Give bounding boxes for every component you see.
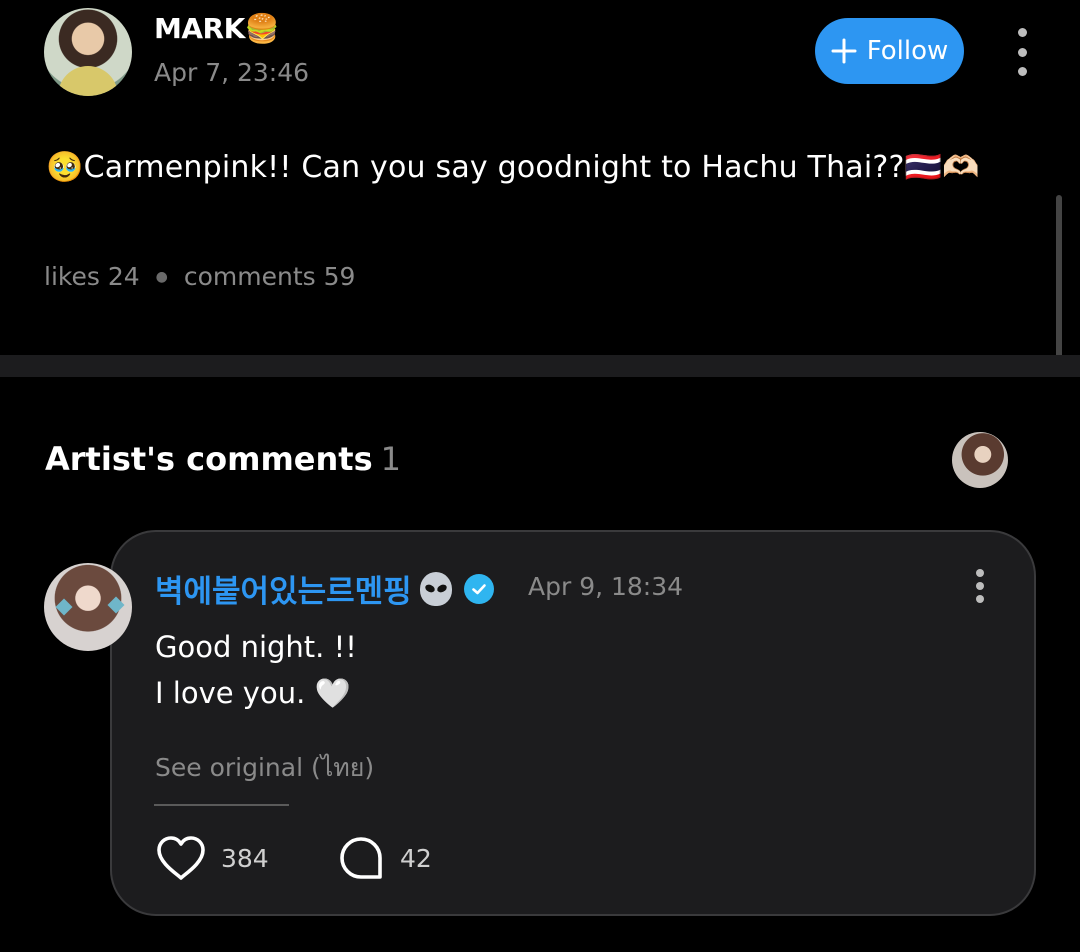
heart-decoration [107,596,125,614]
pleading-face-emoji: 🥹 [46,150,84,185]
dot [976,569,984,577]
comment-author[interactable]: 벽에붙어있는르멘핑 [155,566,494,611]
comments-label[interactable]: comments 59 [184,262,356,291]
dot [1017,67,1027,76]
see-original-underline [154,804,289,806]
likes-label[interactable]: likes 24 [44,262,140,291]
dot [1017,28,1027,37]
dot [976,595,984,603]
post-timestamp: Apr 7, 23:46 [154,58,310,87]
comment-author-name: 벽에붙어있는르멘핑 [155,574,412,610]
heart-decoration [55,598,73,616]
artist-comments-title-text: Artist's comments [45,440,373,478]
comments-count: 59 [323,262,356,291]
comment-author-avatar[interactable] [44,563,132,651]
dot [976,582,984,590]
verified-badge-icon [463,573,494,604]
post-body-text: Carmenpink!! Can you say goodnight to Ha… [83,150,905,185]
avatar-image-detail [58,66,118,96]
follow-button-label: Follow [866,36,949,66]
like-count: 384 [221,843,269,873]
comment-like-button[interactable]: 384 [155,832,269,884]
artist-comments-count: 1 [380,440,401,478]
section-divider [0,355,1080,377]
artist-comments-title: Artist's comments 1 [45,440,401,478]
comment-bubble-icon [340,837,382,879]
post-more-options-icon[interactable] [1012,28,1032,76]
artist-avatar[interactable] [952,432,1008,488]
burger-emoji: 🍔 [244,12,280,45]
comment-line-2-text: I love you. [155,676,306,710]
comment-reply-button[interactable]: 42 [338,832,432,884]
alien-icon [419,571,452,606]
post-body: 🥹Carmenpink!! Can you say goodnight to H… [46,150,980,185]
post-author-name[interactable]: MARK🍔 [154,12,280,45]
scrollbar[interactable] [1056,195,1062,377]
comment-more-options-icon[interactable] [970,569,990,603]
plus-icon [831,38,857,64]
follow-button[interactable]: Follow [815,18,964,84]
comment-line-2: I love you. 🤍 [155,676,351,711]
likes-count: 24 [107,262,140,291]
reply-count: 42 [400,843,432,873]
white-heart-emoji: 🤍 [314,676,351,710]
separator-dot: ● [155,268,168,285]
thai-flag-heart-hands-emoji: 🇹🇭🫶🏻 [904,150,980,185]
post-stats: likes 24 ● comments 59 [44,262,355,291]
comment-timestamp: Apr 9, 18:34 [528,572,684,601]
comment-line-1: Good night. !! [155,630,357,664]
post-author-name-text: MARK [154,12,245,45]
dot [1017,47,1027,57]
see-original-link[interactable]: See original (ไทย) [155,748,374,788]
heart-icon [157,836,205,880]
post-author-avatar[interactable] [44,8,132,96]
